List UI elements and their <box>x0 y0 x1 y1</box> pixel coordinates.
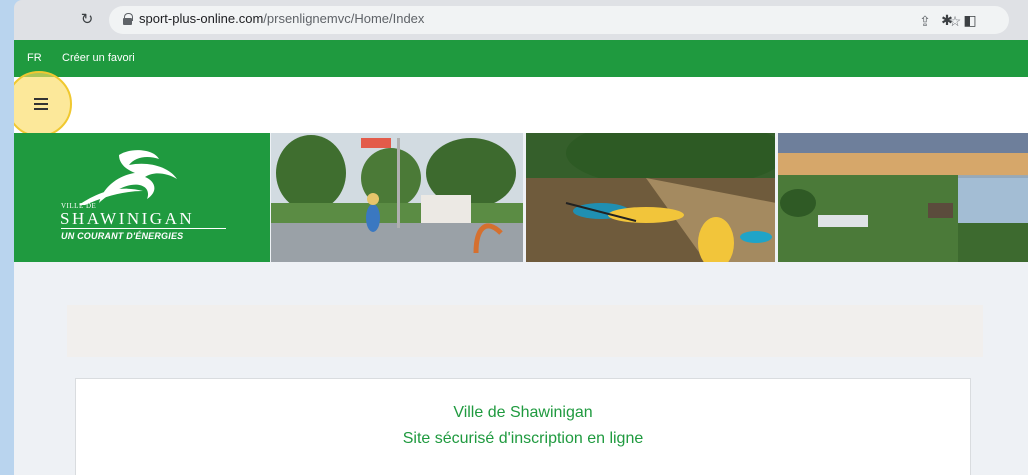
logo-swoosh-icon <box>79 150 177 205</box>
welcome-card: Ville de Shawinigan Site sécurisé d'insc… <box>75 378 971 475</box>
hamburger-icon <box>34 98 48 100</box>
top-bar: FR Créer un favori <box>14 40 1028 77</box>
banner: VILLE DE SHAWINIGAN UN COURANT D'ÉNERGIE… <box>14 133 1028 262</box>
share-icon[interactable]: ⇪ <box>915 11 935 31</box>
address-bar[interactable]: sport-plus-online.com/prsenlignemvc/Home… <box>109 6 1009 34</box>
header-bar <box>14 71 1028 137</box>
reload-icon[interactable]: ↻ <box>77 10 97 30</box>
splash-pad-photo <box>270 133 523 262</box>
shawinigan-logo: VILLE DE SHAWINIGAN UN COURANT D'ÉNERGIE… <box>14 133 270 262</box>
logo-divider <box>61 228 226 229</box>
aerial-park-photo <box>778 133 1028 262</box>
card-title: Ville de Shawinigan <box>453 404 593 421</box>
extensions-icon[interactable]: ✱ <box>937 10 957 30</box>
notice-strip <box>67 305 983 357</box>
logo-main-text: SHAWINIGAN <box>60 209 195 228</box>
logo-tagline: UN COURANT D'ÉNERGIES <box>61 231 184 241</box>
page: FR Créer un favori VILLE DE SHAWINIGAN U… <box>14 40 1028 475</box>
card-subtitle: Site sécurisé d'inscription en ligne <box>402 430 644 447</box>
url-text: sport-plus-online.com/prsenlignemvc/Home… <box>139 11 425 26</box>
browser-toolbar: ↻ sport-plus-online.com/prsenlignemvc/Ho… <box>14 0 1028 40</box>
kayaks-photo <box>525 133 775 262</box>
menu-button[interactable] <box>14 71 72 137</box>
sidepanel-icon[interactable]: ◧ <box>960 10 980 30</box>
lock-icon <box>123 13 133 25</box>
language-link[interactable]: FR <box>27 52 42 64</box>
create-favorite-link[interactable]: Créer un favori <box>62 52 135 64</box>
